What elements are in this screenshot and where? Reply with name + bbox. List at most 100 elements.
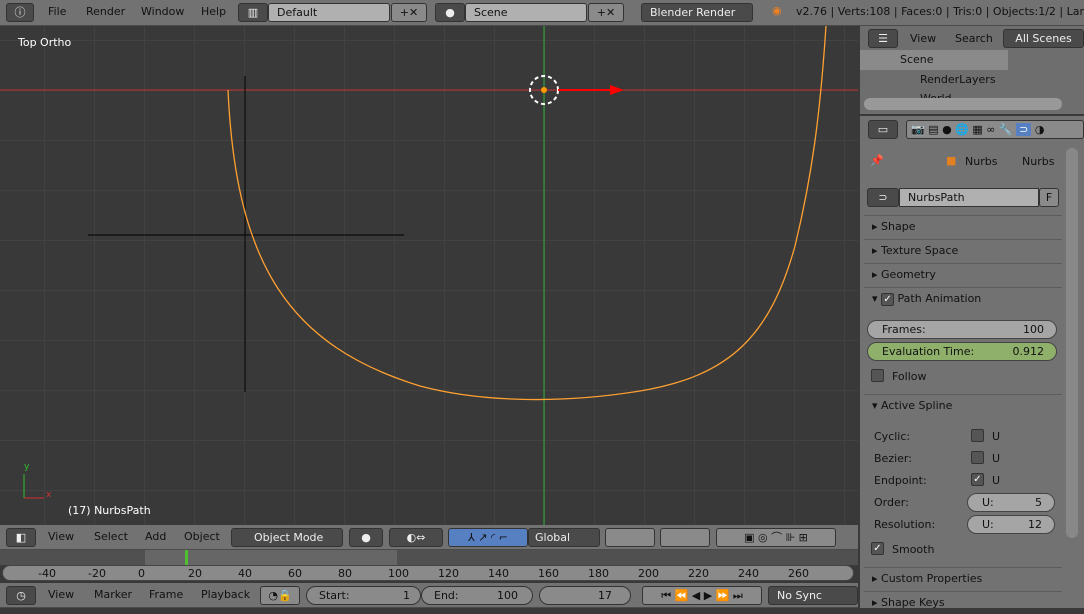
manipulator-buttons[interactable]: ⅄ ↗ ◜ ⌐ [448,528,528,547]
object-icon: ■ [946,154,957,167]
panel-shape[interactable]: ▸ Shape [864,215,1062,237]
pin-icon[interactable]: 📌 [870,154,884,167]
timeline-tick: 20 [188,567,202,580]
smooth-checkbox[interactable]: ✓ [871,542,884,555]
timeline-tick: 180 [588,567,609,580]
menu-playback[interactable]: Playback [201,588,250,601]
orientation-select[interactable]: Global [528,528,600,547]
outliner-hscrollbar[interactable] [864,98,1062,110]
editor-type-button[interactable]: ◧ [6,528,36,547]
scene-icon[interactable]: ● [435,3,465,22]
frames-slider[interactable]: Frames: 100 [867,320,1057,339]
menu-frame[interactable]: Frame [149,588,183,601]
cyclic-u-checkbox[interactable] [971,429,984,442]
evaluation-time-slider[interactable]: Evaluation Time: 0.912 [867,342,1057,361]
layout-field[interactable]: Default [268,3,390,22]
timeline-tick: 40 [238,567,252,580]
outliner-filter-select[interactable]: All Scenes [1003,29,1084,48]
menu-select[interactable]: Select [94,530,128,543]
properties-scrollbar[interactable] [1066,148,1078,538]
timeline-strip[interactable] [0,550,858,565]
datablock-name-field[interactable]: NurbsPath [899,188,1039,207]
pivot-select[interactable]: ◐⇔ [389,528,443,547]
info-editor-button[interactable]: ⓘ [6,3,34,22]
order-label: Order: [874,496,909,509]
mode-select[interactable]: Object Mode [231,528,343,547]
top-bar: ⓘ File Render Window Help ▥ Default +✕ ●… [0,0,1084,26]
timeline-tick: 60 [288,567,302,580]
snap-buttons[interactable]: ▣ ◎ ⌒ ⊪ ⊞ [716,528,836,547]
breadcrumb-object: Nurbs [965,155,998,168]
outliner-menu-search[interactable]: Search [955,32,993,45]
follow-checkbox[interactable] [871,369,884,382]
outliner-menu-view[interactable]: View [910,32,936,45]
blender-logo-icon: ◉ [772,4,782,17]
start-frame-field[interactable]: Start: 1 [306,586,421,605]
stats-text: v2.76 | Verts:108 | Faces:0 | Tris:0 | O… [796,5,1084,18]
menu-window[interactable]: Window [141,5,184,18]
panel-geometry[interactable]: ▸ Geometry [864,263,1062,285]
keying-buttons[interactable]: ◔🔒 [260,586,300,605]
render-engine-select[interactable]: Blender Render [641,3,753,22]
context-tabs[interactable]: 📷 ▤ ● 🌐 ▦ ∞ 🔧 ⊃ ◑ [906,120,1084,139]
resolution-field[interactable]: U: 12 [967,515,1055,534]
timeline-tick: 80 [338,567,352,580]
layers-1[interactable] [605,528,655,547]
timeline-tick: 140 [488,567,509,580]
menu-add[interactable]: Add [145,530,166,543]
timeline-tick: 240 [738,567,759,580]
bezier-u-label: U [992,452,1001,465]
panel-active-spline[interactable]: ▾ Active Spline [864,394,1062,416]
panel-shape-keys[interactable]: ▸ Shape Keys [864,591,1062,613]
outliner-item-renderlayers[interactable]: RenderLayers [920,73,996,86]
smooth-label: Smooth [892,543,935,556]
axis-y-label: y [24,462,30,472]
fake-user-button[interactable]: F [1039,188,1059,207]
endpoint-u-label: U [992,474,1001,487]
menu-marker[interactable]: Marker [94,588,132,601]
endpoint-u-checkbox[interactable]: ✓ [971,473,984,486]
view3d-header: ◧ View Select Add Object Object Mode ● ◐… [0,525,858,550]
object-origin [541,87,547,93]
outliner-item-scene[interactable]: Scene [900,53,934,66]
scene-field[interactable]: Scene [465,3,587,22]
end-frame-field[interactable]: End: 100 [421,586,533,605]
panel-texture-space[interactable]: ▸ Texture Space [864,239,1062,261]
object-label: (17) NurbsPath [68,504,151,517]
playback-controls[interactable]: ⏮ ⏪ ◀ ▶ ⏩ ⏭ [642,586,762,605]
3d-viewport[interactable]: Top Ortho y x (17) NurbsPath [0,26,858,525]
follow-label: Follow [892,370,927,383]
properties-editor: ▭ 📷 ▤ ● 🌐 ▦ ∞ 🔧 ⊃ ◑ 📌 ■ Nurbs Nurbs ⊃ Nu… [860,116,1084,608]
timeline-editor-button[interactable]: ◷ [6,586,36,605]
bezier-u-checkbox[interactable] [971,451,984,464]
cyclic-label: Cyclic: [874,430,911,443]
layout-add-remove[interactable]: +✕ [391,3,427,22]
panel-custom-properties[interactable]: ▸ Custom Properties [864,567,1062,589]
sync-select[interactable]: No Sync [768,586,858,605]
curve-datablock-icon[interactable]: ⊃ [867,188,899,207]
menu-view[interactable]: View [48,530,74,543]
menu-object[interactable]: Object [184,530,220,543]
menu-view[interactable]: View [48,588,74,601]
panel-path-animation[interactable]: ▾ ✓ Path Animation [864,287,1062,309]
timeline-tick: -40 [38,567,56,580]
endpoint-label: Endpoint: [874,474,927,487]
layers-2[interactable] [660,528,710,547]
path-animation-checkbox[interactable]: ✓ [881,292,895,306]
viewport-drawing [0,26,858,525]
timeline-scrollbar[interactable] [2,565,854,581]
properties-editor-button[interactable]: ▭ [868,120,898,139]
outliner: ☰ View Search All Scenes Scene RenderLay… [860,26,1084,114]
order-field[interactable]: U: 5 [967,493,1055,512]
layout-icon[interactable]: ▥ [238,3,268,22]
shading-select[interactable]: ● [349,528,383,547]
timeline-tick: 100 [388,567,409,580]
menu-help[interactable]: Help [201,5,226,18]
menu-file[interactable]: File [48,5,66,18]
outliner-editor-button[interactable]: ☰ [868,29,898,48]
resolution-label: Resolution: [874,518,936,531]
menu-render[interactable]: Render [86,5,125,18]
current-frame-field[interactable]: 17 [539,586,631,605]
timeline-tick: 200 [638,567,659,580]
scene-add-remove[interactable]: +✕ [588,3,624,22]
